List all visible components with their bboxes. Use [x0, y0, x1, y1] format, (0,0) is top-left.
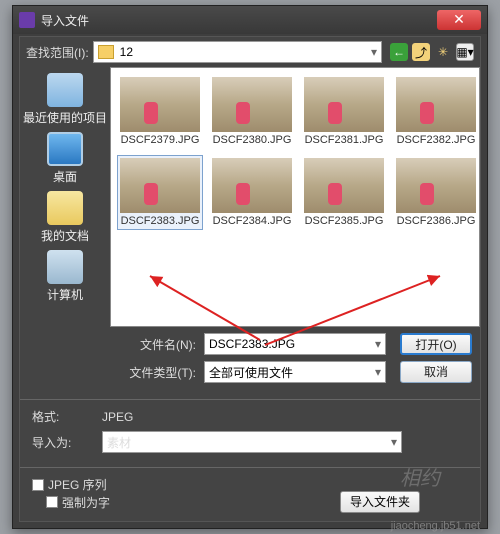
- filetype-field[interactable]: 全部可使用文件 ▾: [204, 361, 386, 383]
- watermark-text: 相约: [400, 462, 440, 491]
- folder-up-button[interactable]: ⤴: [412, 43, 430, 61]
- sidebar-item-label: 我的文档: [20, 227, 110, 244]
- thumbnail-image: [396, 158, 476, 213]
- close-button[interactable]: ✕: [437, 10, 481, 30]
- file-name: DSCF2381.JPG: [304, 134, 384, 146]
- filename-label: 文件名(N):: [118, 336, 196, 353]
- titlebar: 导入文件 ✕: [13, 6, 487, 34]
- file-thumbnail[interactable]: DSCF2381.JPG: [301, 74, 387, 149]
- thumbnail-image: [396, 77, 476, 132]
- file-name: DSCF2379.JPG: [120, 134, 200, 146]
- file-thumbnail[interactable]: DSCF2386.JPG: [393, 155, 479, 230]
- dialog-title: 导入文件: [41, 12, 437, 29]
- view-menu-button[interactable]: ▦▾: [456, 43, 474, 61]
- file-thumbnail[interactable]: DSCF2382.JPG: [393, 74, 479, 149]
- chevron-down-icon: ▾: [371, 45, 377, 59]
- places-sidebar: 最近使用的项目 桌面 我的文档 计算机: [20, 67, 110, 327]
- import-folder-button[interactable]: 导入文件夹: [340, 491, 420, 513]
- filetype-value: 全部可使用文件: [209, 364, 293, 381]
- computer-icon: [47, 250, 83, 284]
- folder-icon: [98, 45, 114, 59]
- chevron-down-icon: ▾: [375, 365, 381, 379]
- sidebar-item-label: 最近使用的项目: [20, 109, 110, 126]
- filename-value: DSCF2383.JPG: [209, 337, 295, 351]
- thumbnail-image: [120, 158, 200, 213]
- file-thumbnail[interactable]: DSCF2380.JPG: [209, 74, 295, 149]
- sidebar-item-recent[interactable]: 最近使用的项目: [20, 73, 110, 126]
- new-folder-button[interactable]: ✳: [434, 43, 452, 61]
- file-list[interactable]: DSCF2379.JPG DSCF2380.JPG DSCF2381.JPG DSCF…: [110, 67, 480, 327]
- thumbnail-image: [304, 77, 384, 132]
- look-in-value: 12: [120, 45, 133, 59]
- checkbox-icon: [46, 496, 58, 508]
- import-as-label: 导入为:: [32, 434, 92, 451]
- sidebar-item-label: 计算机: [20, 286, 110, 303]
- import-file-dialog: 导入文件 ✕ 查找范围(I): 12 ▾ ← ⤴ ✳ ▦▾ 最近使用的项目: [12, 5, 488, 529]
- file-name: DSCF2386.JPG: [396, 215, 476, 227]
- format-value: JPEG: [102, 410, 133, 424]
- file-name: DSCF2380.JPG: [212, 134, 292, 146]
- app-icon: [19, 12, 35, 28]
- force-checkbox[interactable]: 强制为字: [46, 494, 110, 511]
- sidebar-item-desktop[interactable]: 桌面: [20, 132, 110, 185]
- checkbox-icon: [32, 479, 44, 491]
- thumbnail-image: [212, 77, 292, 132]
- recent-icon: [47, 73, 83, 107]
- filename-field[interactable]: DSCF2383.JPG ▾: [204, 333, 386, 355]
- file-name: DSCF2382.JPG: [396, 134, 476, 146]
- separator: [20, 399, 480, 400]
- documents-icon: [47, 191, 83, 225]
- file-name: DSCF2385.JPG: [304, 215, 384, 227]
- look-in-combo[interactable]: 12 ▾: [93, 41, 382, 63]
- force-label: 强制为字: [62, 494, 110, 511]
- file-thumbnail[interactable]: DSCF2383.JPG: [117, 155, 203, 230]
- back-button[interactable]: ←: [390, 43, 408, 61]
- desktop-icon: [47, 132, 83, 166]
- file-name: DSCF2383.JPG: [120, 215, 200, 227]
- look-in-label: 查找范围(I):: [26, 44, 89, 61]
- file-name: DSCF2384.JPG: [212, 215, 292, 227]
- sidebar-item-computer[interactable]: 计算机: [20, 250, 110, 303]
- cancel-button[interactable]: 取消: [400, 361, 472, 383]
- format-label: 格式:: [32, 408, 92, 425]
- import-as-select[interactable]: 素材 ▾: [102, 431, 402, 453]
- sidebar-item-label: 桌面: [20, 168, 110, 185]
- chevron-down-icon: ▾: [375, 337, 381, 351]
- chevron-down-icon: ▾: [391, 435, 397, 449]
- filetype-label: 文件类型(T):: [118, 364, 196, 381]
- open-button[interactable]: 打开(O): [400, 333, 472, 355]
- look-in-row: 查找范围(I): 12 ▾ ← ⤴ ✳ ▦▾: [20, 37, 480, 67]
- thumbnail-image: [120, 77, 200, 132]
- file-thumbnail[interactable]: DSCF2379.JPG: [117, 74, 203, 149]
- import-as-value: 素材: [107, 434, 131, 451]
- jpeg-sequence-checkbox[interactable]: JPEG 序列: [32, 476, 107, 493]
- thumbnail-image: [304, 158, 384, 213]
- file-thumbnail[interactable]: DSCF2385.JPG: [301, 155, 387, 230]
- jpeg-sequence-label: JPEG 序列: [48, 476, 107, 493]
- sidebar-item-documents[interactable]: 我的文档: [20, 191, 110, 244]
- thumbnail-image: [212, 158, 292, 213]
- file-thumbnail[interactable]: DSCF2384.JPG: [209, 155, 295, 230]
- site-watermark: jiaocheng.jb51.net: [391, 520, 480, 532]
